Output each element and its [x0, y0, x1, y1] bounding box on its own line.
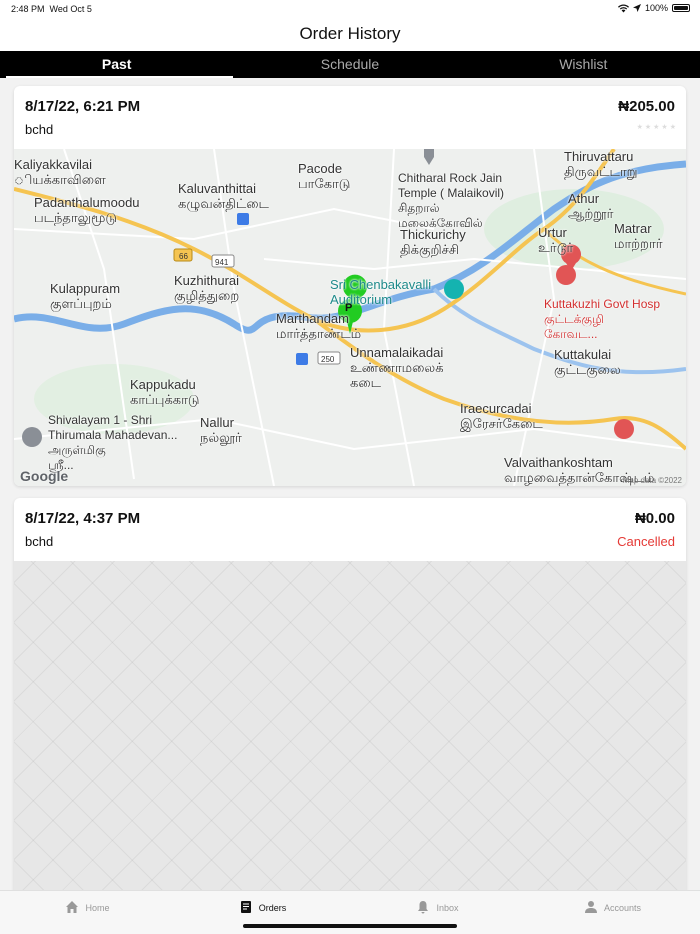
status-indicators: 100% — [617, 3, 690, 13]
status-time: 2:48 PM Wed Oct 5 — [11, 4, 92, 14]
order-date: 8/17/22, 6:21 PM — [25, 98, 141, 115]
order-status-badge: Cancelled — [617, 534, 675, 549]
map-label-unnamalaikadai: Unnamalaikadai உண்ணாமலைக் கடை — [350, 345, 444, 390]
person-icon — [584, 901, 597, 913]
order-card-header: 8/17/22, 6:21 PM bchd ₦205.00 ★★★★★ — [14, 86, 686, 149]
map-label-padanthalumoodu: Padanthalumoodu படந்தாலுமூடு — [34, 195, 140, 225]
status-bar: 2:48 PM Wed Oct 5 100% — [0, 0, 700, 18]
nav-accounts[interactable]: Accounts — [525, 891, 700, 934]
home-indicator — [243, 924, 457, 928]
road-shield-66: 66 — [179, 252, 188, 261]
order-map[interactable]: Kaliyakkavilaiியக்காவிளை Pacode பாகோடு Ch… — [14, 149, 686, 486]
nav-home-label: Home — [85, 903, 110, 913]
orders-icon — [240, 901, 251, 913]
map-label-pacode: Pacode பாகோடு — [298, 161, 351, 191]
map-label-thiruvattaru: Thiruvattaru திருவட்டாறு — [564, 149, 638, 179]
map-label-kappukadu: Kappukadu காப்புக்காடு — [130, 377, 200, 407]
road-shield-941: 941 — [215, 258, 229, 267]
tab-wishlist[interactable]: Wishlist — [467, 51, 700, 78]
tab-past[interactable]: Past — [0, 51, 234, 78]
nav-accounts-label: Accounts — [603, 903, 642, 913]
map-attribution: Map data ©2022 — [622, 476, 682, 485]
order-card[interactable]: 8/17/22, 4:37 PM bchd ₦0.00 Cancelled — [14, 498, 686, 898]
wifi-icon — [617, 4, 629, 12]
map-label-matrar: Matrar மாற்றார் — [614, 221, 663, 251]
home-icon — [66, 901, 79, 913]
order-card-header: 8/17/22, 4:37 PM bchd ₦0.00 Cancelled — [14, 498, 686, 561]
battery-icon — [672, 4, 690, 12]
page-title: Order History — [0, 18, 700, 51]
order-tabs: Past Schedule Wishlist — [0, 51, 700, 78]
rating-stars[interactable]: ★★★★★ — [637, 123, 678, 131]
map-label-thickurichy: Thickurichy திக்குறிச்சி — [400, 227, 466, 257]
battery-percent: 100% — [644, 3, 668, 13]
order-card[interactable]: 8/17/22, 6:21 PM bchd ₦205.00 ★★★★★ Kali… — [14, 86, 686, 486]
map-label-iraecurcadai: Iraecurcadai இரேசர்கேடை — [460, 401, 543, 431]
nav-inbox-label: Inbox — [436, 903, 459, 913]
map-label-kuttakuzhi: Kuttakuzhi Govt Hosp குட்டக்குழி கோவட... — [544, 297, 661, 341]
order-date: 8/17/22, 4:37 PM — [25, 510, 141, 527]
google-logo: Google — [20, 468, 69, 484]
bell-icon — [418, 901, 429, 914]
order-amount: ₦205.00 — [618, 98, 675, 115]
nav-home[interactable]: Home — [0, 891, 175, 934]
map-label-shivalayam: Shivalayam 1 - Shri Thirumala Mahadevan..… — [48, 413, 178, 472]
map-label-kuzhithurai: Kuzhithurai குழித்துறை — [174, 273, 240, 303]
order-name: bchd — [25, 122, 54, 137]
map-label-athur: Athur ஆற்றூர் — [568, 191, 614, 221]
map-placeholder — [14, 561, 686, 898]
nav-orders-label: Orders — [258, 903, 287, 913]
map-label-kuttakulai: Kuttakulai குட்டகுலை — [554, 347, 621, 377]
order-amount: ₦0.00 — [634, 510, 675, 527]
map-label-chitharal: Chitharal Rock Jain Temple ( Malaikovil) ச… — [398, 171, 505, 230]
map-label-kaliyakkavilai: Kaliyakkavilaiியக்காவிளை — [14, 157, 106, 187]
map-label-urtur: Urtur உர்டூர் — [538, 225, 574, 255]
map-label-kaluvanthittai: Kaluvanthittai கழுவன்திட்டை — [178, 181, 269, 211]
road-shield-250: 250 — [321, 355, 335, 364]
location-pin-icon[interactable]: P — [345, 301, 352, 316]
map-label-kulappuram: Kulappuram குளப்புறம் — [50, 281, 121, 311]
tab-schedule[interactable]: Schedule — [233, 51, 466, 78]
map-label-nallur: Nallur நல்லூர் — [200, 415, 242, 445]
order-name: bchd — [25, 534, 54, 549]
location-arrow-icon — [632, 4, 641, 12]
